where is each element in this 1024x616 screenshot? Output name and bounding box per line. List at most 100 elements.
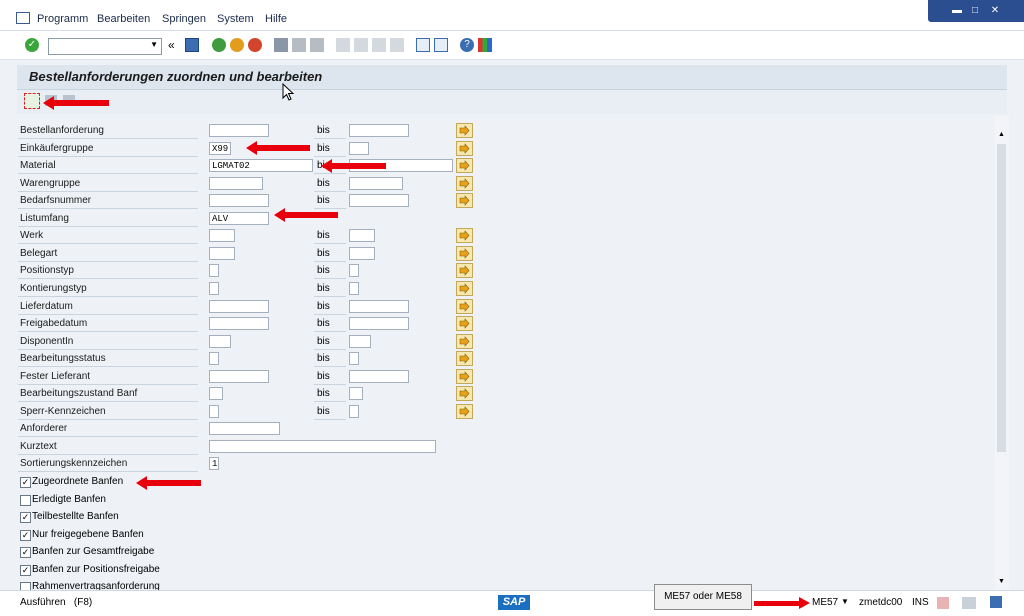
save-icon[interactable] bbox=[185, 38, 199, 52]
checkbox-row[interactable]: ✓ Teilbestellte Banfen bbox=[17, 510, 995, 525]
field-from-input[interactable] bbox=[209, 334, 231, 348]
field-to-input[interactable] bbox=[349, 281, 359, 295]
multiple-selection-button[interactable] bbox=[456, 140, 473, 156]
menu-bearbeiten[interactable]: Bearbeiten bbox=[97, 13, 150, 25]
multiple-selection-button[interactable] bbox=[456, 333, 473, 349]
menu-system[interactable]: System bbox=[217, 13, 254, 25]
multiple-selection-button[interactable] bbox=[456, 158, 473, 174]
execute-icon[interactable] bbox=[24, 93, 40, 109]
help-icon[interactable]: ? bbox=[460, 38, 474, 52]
field-from-input[interactable] bbox=[209, 246, 235, 260]
field-from-input[interactable] bbox=[209, 404, 219, 418]
checkbox-row[interactable]: Erledigte Banfen bbox=[17, 493, 995, 508]
multiple-selection-button[interactable] bbox=[456, 175, 473, 191]
field-from-input[interactable] bbox=[209, 299, 269, 313]
field-to-input[interactable] bbox=[349, 369, 409, 383]
command-field[interactable]: ▼ bbox=[48, 38, 162, 55]
back-icon[interactable] bbox=[212, 38, 226, 52]
checkbox[interactable]: ✓ bbox=[20, 529, 31, 541]
multiple-selection-button[interactable] bbox=[456, 298, 473, 314]
shortcut-icon[interactable] bbox=[434, 38, 448, 52]
multiple-selection-button[interactable] bbox=[456, 316, 473, 332]
minimize-icon[interactable]: ▬ bbox=[950, 4, 964, 17]
multiple-selection-button[interactable] bbox=[456, 351, 473, 367]
field-from-input[interactable] bbox=[209, 439, 436, 453]
multiple-selection-button[interactable] bbox=[456, 386, 473, 402]
menu-programm[interactable]: Programm bbox=[37, 13, 88, 25]
checkbox[interactable]: ✓ bbox=[20, 547, 31, 558]
multiple-selection-button[interactable] bbox=[456, 263, 473, 279]
scroll-down-icon[interactable]: ▼ bbox=[998, 578, 1005, 585]
field-from-input[interactable]: X99 bbox=[209, 141, 231, 155]
exit-icon[interactable] bbox=[230, 38, 244, 52]
field-to-input[interactable] bbox=[349, 194, 409, 208]
checkbox[interactable] bbox=[20, 582, 31, 590]
menu-hilfe[interactable]: Hilfe bbox=[265, 13, 287, 25]
checkbox-row[interactable]: ✓ Banfen zur Positionsfreigabe bbox=[17, 563, 995, 578]
field-from-input[interactable] bbox=[209, 369, 269, 383]
checkbox[interactable]: ✓ bbox=[20, 512, 31, 523]
chevron-down-icon[interactable]: ▼ bbox=[150, 40, 158, 49]
field-from-input[interactable] bbox=[209, 317, 269, 331]
scroll-up-icon[interactable]: ▲ bbox=[998, 131, 1005, 138]
scroll-thumb[interactable] bbox=[997, 144, 1006, 452]
checkbox-row[interactable]: Rahmenvertragsanforderung bbox=[17, 580, 995, 590]
field-from-input[interactable]: ALV bbox=[209, 211, 269, 225]
field-from-input[interactable] bbox=[209, 229, 235, 243]
field-to-input[interactable] bbox=[349, 352, 359, 366]
multiple-selection-button[interactable] bbox=[456, 280, 473, 296]
field-from-input[interactable] bbox=[209, 281, 219, 295]
menu-logo-icon[interactable] bbox=[16, 12, 30, 24]
maximize-icon[interactable]: □ bbox=[968, 4, 982, 17]
menu-springen[interactable]: Springen bbox=[162, 13, 206, 25]
field-from-input[interactable] bbox=[209, 194, 269, 208]
checkbox[interactable] bbox=[20, 494, 31, 506]
enter-check-icon[interactable]: ✓ bbox=[25, 38, 39, 52]
field-from-input[interactable]: LGMAT02 bbox=[209, 159, 313, 173]
field-from-input[interactable] bbox=[209, 422, 280, 436]
new-session-icon[interactable] bbox=[416, 38, 430, 52]
checkbox-row[interactable]: ✓ Banfen zur Gesamtfreigabe bbox=[17, 545, 995, 560]
field-to-input[interactable] bbox=[349, 141, 369, 155]
field-from-input[interactable] bbox=[209, 387, 223, 401]
field-to-input[interactable] bbox=[349, 404, 359, 418]
first-page-icon[interactable] bbox=[336, 38, 350, 52]
field-to-input[interactable] bbox=[349, 176, 403, 190]
double-left-icon[interactable]: « bbox=[168, 38, 182, 52]
field-from-input[interactable] bbox=[209, 124, 269, 137]
transaction-dropdown-icon[interactable]: ▼ bbox=[841, 597, 849, 606]
multiple-selection-button[interactable] bbox=[456, 368, 473, 384]
transaction-code[interactable]: ME57 bbox=[812, 597, 838, 608]
insert-mode[interactable]: INS bbox=[912, 597, 929, 608]
find-icon[interactable] bbox=[292, 38, 306, 52]
field-to-input[interactable] bbox=[349, 246, 375, 260]
checkbox-row[interactable]: ✓ Nur freigegebene Banfen bbox=[17, 528, 995, 543]
cancel-icon[interactable] bbox=[248, 38, 262, 52]
field-from-input[interactable] bbox=[209, 352, 219, 366]
vertical-scrollbar[interactable]: ▲ ▼ bbox=[995, 116, 1009, 590]
next-page-icon[interactable] bbox=[372, 38, 386, 52]
previous-page-icon[interactable] bbox=[354, 38, 368, 52]
multiple-selection-button[interactable] bbox=[456, 403, 473, 419]
settings-icon[interactable] bbox=[962, 597, 976, 609]
field-to-input[interactable] bbox=[349, 387, 363, 401]
field-to-input[interactable] bbox=[349, 264, 359, 278]
field-to-input[interactable] bbox=[349, 229, 375, 243]
print-icon[interactable] bbox=[274, 38, 288, 52]
multiple-selection-button[interactable] bbox=[456, 228, 473, 244]
status-bar-icon[interactable] bbox=[937, 597, 949, 609]
field-to-input[interactable] bbox=[349, 317, 409, 331]
close-icon[interactable]: ✕ bbox=[988, 4, 1002, 17]
field-to-input[interactable] bbox=[349, 334, 371, 348]
customize-layout-icon[interactable] bbox=[478, 38, 492, 52]
field-to-input[interactable] bbox=[349, 299, 409, 313]
field-to-input[interactable] bbox=[349, 124, 409, 137]
field-from-input[interactable]: 1 bbox=[209, 457, 219, 471]
last-page-icon[interactable] bbox=[390, 38, 404, 52]
find-next-icon[interactable] bbox=[310, 38, 324, 52]
field-from-input[interactable] bbox=[209, 176, 263, 190]
lock-icon[interactable] bbox=[990, 596, 1002, 608]
checkbox[interactable]: ✓ bbox=[20, 564, 31, 576]
checkbox[interactable]: ✓ bbox=[20, 477, 31, 488]
multiple-selection-button[interactable] bbox=[456, 123, 473, 138]
